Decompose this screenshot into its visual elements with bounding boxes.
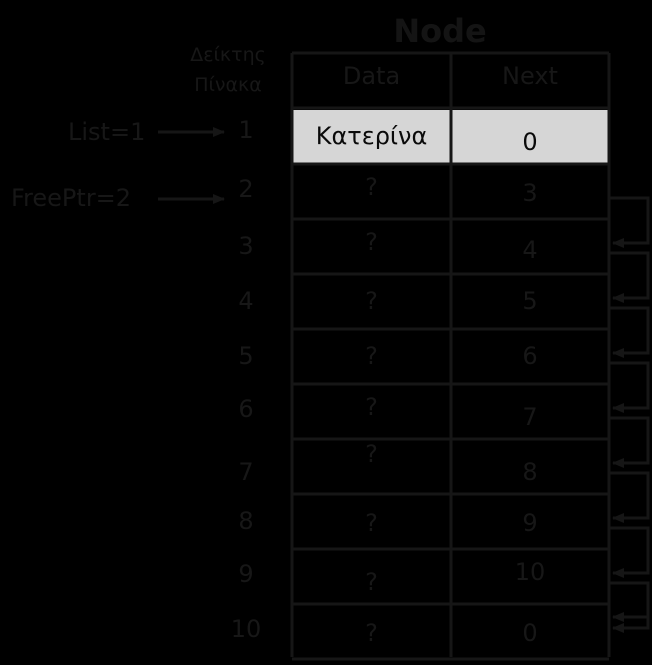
row-index: 7 bbox=[238, 458, 254, 486]
row-index: 3 bbox=[238, 232, 254, 260]
next-cell: 7 bbox=[522, 403, 538, 431]
next-cell: 9 bbox=[522, 509, 538, 537]
next-cell: 4 bbox=[522, 236, 538, 264]
list-pointer-label: List=1 bbox=[68, 118, 146, 146]
row-index: 10 bbox=[230, 615, 262, 643]
column-header-data: Data bbox=[342, 62, 401, 90]
next-link-arrow bbox=[609, 251, 650, 303]
next-link-arrow bbox=[609, 526, 650, 578]
next-link-arrow bbox=[609, 471, 650, 523]
data-cell: ? bbox=[365, 342, 378, 370]
row-index: 4 bbox=[238, 287, 254, 315]
next-cell: 3 bbox=[522, 179, 538, 207]
next-link-arrow bbox=[609, 306, 650, 358]
row-index: 9 bbox=[238, 560, 254, 588]
next-cell: 8 bbox=[522, 458, 538, 486]
row-index: 5 bbox=[238, 342, 254, 370]
data-cell: ? bbox=[365, 393, 378, 421]
next-cell: 6 bbox=[522, 342, 538, 370]
data-cell: ? bbox=[365, 228, 378, 256]
row-index: 1 bbox=[238, 116, 254, 144]
column-header-next: Next bbox=[502, 62, 558, 90]
next-link-arrow bbox=[609, 416, 650, 468]
next-cell: 0 bbox=[522, 619, 538, 647]
next-cell: 5 bbox=[522, 287, 538, 315]
row-index: 6 bbox=[238, 395, 254, 423]
next-link-arrow bbox=[609, 581, 650, 633]
next-cell: 0 bbox=[522, 128, 538, 156]
next-link-arrow bbox=[609, 361, 650, 413]
freeptr-pointer-label: FreePtr=2 bbox=[11, 184, 132, 212]
row-index: 8 bbox=[238, 507, 254, 535]
data-cell: Κατερίνα bbox=[315, 122, 428, 150]
next-cell: 10 bbox=[514, 558, 546, 586]
data-cell: ? bbox=[365, 440, 378, 468]
data-cell: ? bbox=[365, 509, 378, 537]
next-link-arrow bbox=[609, 196, 650, 248]
data-cell: ? bbox=[365, 173, 378, 201]
data-cell: ? bbox=[365, 619, 378, 647]
data-cell: ? bbox=[365, 568, 378, 596]
row-index: 2 bbox=[238, 175, 254, 203]
data-cell: ? bbox=[365, 287, 378, 315]
